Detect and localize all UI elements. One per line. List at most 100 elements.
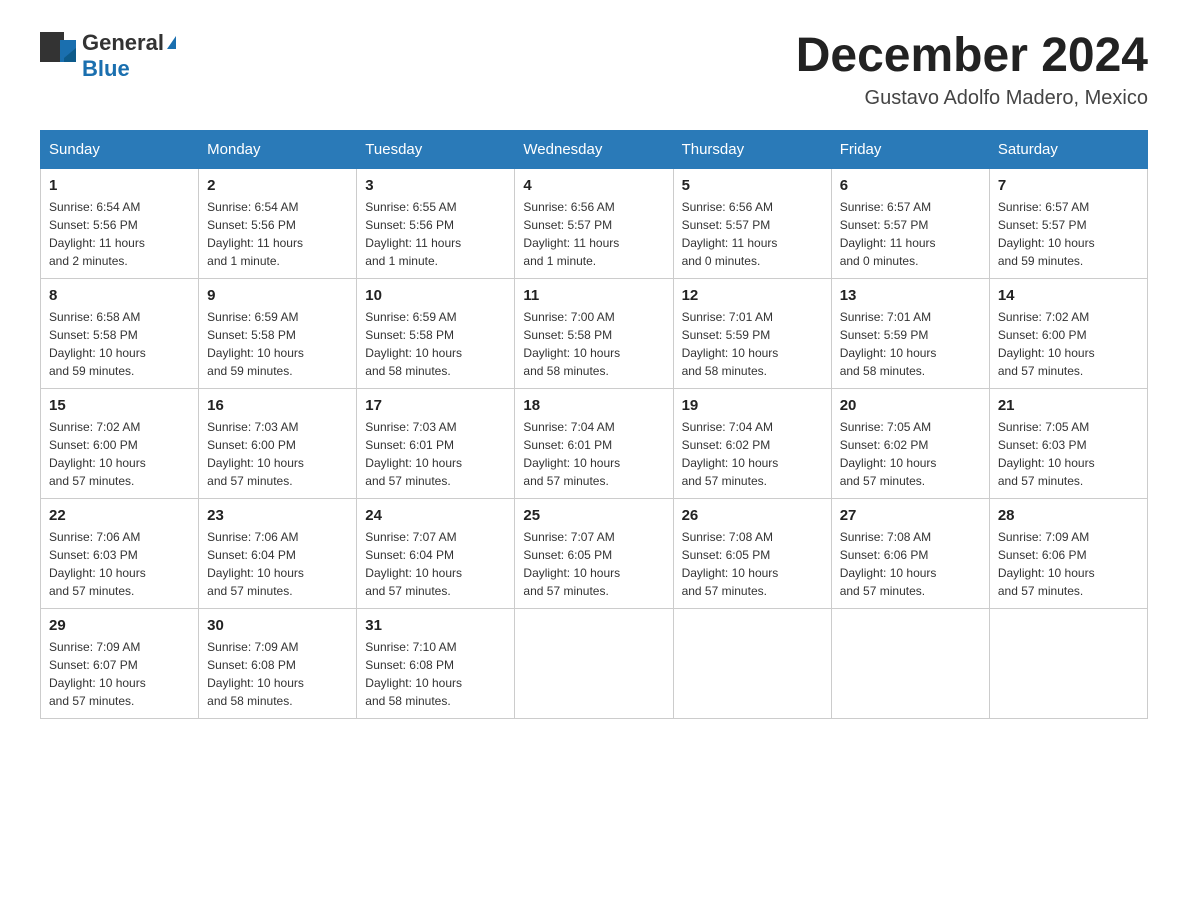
day-info: Sunrise: 7:01 AM Sunset: 5:59 PM Dayligh… <box>682 308 823 380</box>
day-number: 30 <box>207 617 348 634</box>
calendar-cell: 27 Sunrise: 7:08 AM Sunset: 6:06 PM Dayl… <box>831 498 989 608</box>
day-info: Sunrise: 7:05 AM Sunset: 6:02 PM Dayligh… <box>840 418 981 490</box>
day-info: Sunrise: 6:54 AM Sunset: 5:56 PM Dayligh… <box>49 198 190 270</box>
day-info: Sunrise: 7:03 AM Sunset: 6:01 PM Dayligh… <box>365 418 506 490</box>
calendar-cell: 8 Sunrise: 6:58 AM Sunset: 5:58 PM Dayli… <box>41 278 199 388</box>
calendar-cell: 4 Sunrise: 6:56 AM Sunset: 5:57 PM Dayli… <box>515 168 673 278</box>
day-info: Sunrise: 7:10 AM Sunset: 6:08 PM Dayligh… <box>365 638 506 710</box>
calendar-week-row: 8 Sunrise: 6:58 AM Sunset: 5:58 PM Dayli… <box>41 278 1148 388</box>
day-number: 27 <box>840 507 981 524</box>
day-number: 18 <box>523 397 664 414</box>
day-number: 11 <box>523 287 664 304</box>
calendar-cell: 2 Sunrise: 6:54 AM Sunset: 5:56 PM Dayli… <box>199 168 357 278</box>
col-header-saturday: Saturday <box>989 130 1147 168</box>
calendar-cell: 29 Sunrise: 7:09 AM Sunset: 6:07 PM Dayl… <box>41 608 199 718</box>
day-info: Sunrise: 7:07 AM Sunset: 6:04 PM Dayligh… <box>365 528 506 600</box>
logo-blue-text: Blue <box>82 56 130 81</box>
day-info: Sunrise: 6:57 AM Sunset: 5:57 PM Dayligh… <box>840 198 981 270</box>
day-number: 14 <box>998 287 1139 304</box>
day-number: 16 <box>207 397 348 414</box>
calendar-week-row: 29 Sunrise: 7:09 AM Sunset: 6:07 PM Dayl… <box>41 608 1148 718</box>
calendar-cell: 20 Sunrise: 7:05 AM Sunset: 6:02 PM Dayl… <box>831 388 989 498</box>
calendar-cell: 14 Sunrise: 7:02 AM Sunset: 6:00 PM Dayl… <box>989 278 1147 388</box>
calendar-cell: 19 Sunrise: 7:04 AM Sunset: 6:02 PM Dayl… <box>673 388 831 498</box>
calendar-cell: 5 Sunrise: 6:56 AM Sunset: 5:57 PM Dayli… <box>673 168 831 278</box>
day-info: Sunrise: 7:04 AM Sunset: 6:01 PM Dayligh… <box>523 418 664 490</box>
page-header: General Blue December 2024 Gustavo Adolf… <box>40 30 1148 110</box>
day-info: Sunrise: 7:09 AM Sunset: 6:06 PM Dayligh… <box>998 528 1139 600</box>
day-info: Sunrise: 6:59 AM Sunset: 5:58 PM Dayligh… <box>365 308 506 380</box>
calendar-cell <box>831 608 989 718</box>
day-number: 23 <box>207 507 348 524</box>
calendar-table: SundayMondayTuesdayWednesdayThursdayFrid… <box>40 130 1148 719</box>
col-header-monday: Monday <box>199 130 357 168</box>
calendar-cell <box>673 608 831 718</box>
day-number: 19 <box>682 397 823 414</box>
day-info: Sunrise: 6:58 AM Sunset: 5:58 PM Dayligh… <box>49 308 190 380</box>
day-info: Sunrise: 6:55 AM Sunset: 5:56 PM Dayligh… <box>365 198 506 270</box>
calendar-cell: 17 Sunrise: 7:03 AM Sunset: 6:01 PM Dayl… <box>357 388 515 498</box>
calendar-cell: 18 Sunrise: 7:04 AM Sunset: 6:01 PM Dayl… <box>515 388 673 498</box>
day-number: 13 <box>840 287 981 304</box>
month-title: December 2024 <box>796 30 1148 83</box>
day-number: 9 <box>207 287 348 304</box>
day-number: 28 <box>998 507 1139 524</box>
day-info: Sunrise: 7:02 AM Sunset: 6:00 PM Dayligh… <box>49 418 190 490</box>
calendar-cell: 1 Sunrise: 6:54 AM Sunset: 5:56 PM Dayli… <box>41 168 199 278</box>
calendar-cell: 10 Sunrise: 6:59 AM Sunset: 5:58 PM Dayl… <box>357 278 515 388</box>
day-info: Sunrise: 6:54 AM Sunset: 5:56 PM Dayligh… <box>207 198 348 270</box>
calendar-cell: 3 Sunrise: 6:55 AM Sunset: 5:56 PM Dayli… <box>357 168 515 278</box>
day-info: Sunrise: 7:07 AM Sunset: 6:05 PM Dayligh… <box>523 528 664 600</box>
day-info: Sunrise: 6:59 AM Sunset: 5:58 PM Dayligh… <box>207 308 348 380</box>
calendar-week-row: 22 Sunrise: 7:06 AM Sunset: 6:03 PM Dayl… <box>41 498 1148 608</box>
day-info: Sunrise: 7:02 AM Sunset: 6:00 PM Dayligh… <box>998 308 1139 380</box>
calendar-cell: 23 Sunrise: 7:06 AM Sunset: 6:04 PM Dayl… <box>199 498 357 608</box>
calendar-cell <box>515 608 673 718</box>
day-number: 3 <box>365 177 506 194</box>
calendar-cell: 30 Sunrise: 7:09 AM Sunset: 6:08 PM Dayl… <box>199 608 357 718</box>
calendar-cell: 28 Sunrise: 7:09 AM Sunset: 6:06 PM Dayl… <box>989 498 1147 608</box>
day-info: Sunrise: 7:09 AM Sunset: 6:08 PM Dayligh… <box>207 638 348 710</box>
day-number: 12 <box>682 287 823 304</box>
day-info: Sunrise: 6:56 AM Sunset: 5:57 PM Dayligh… <box>523 198 664 270</box>
day-info: Sunrise: 7:09 AM Sunset: 6:07 PM Dayligh… <box>49 638 190 710</box>
calendar-week-row: 15 Sunrise: 7:02 AM Sunset: 6:00 PM Dayl… <box>41 388 1148 498</box>
calendar-cell: 11 Sunrise: 7:00 AM Sunset: 5:58 PM Dayl… <box>515 278 673 388</box>
day-number: 22 <box>49 507 190 524</box>
col-header-tuesday: Tuesday <box>357 130 515 168</box>
col-header-sunday: Sunday <box>41 130 199 168</box>
day-number: 29 <box>49 617 190 634</box>
day-number: 21 <box>998 397 1139 414</box>
day-info: Sunrise: 7:00 AM Sunset: 5:58 PM Dayligh… <box>523 308 664 380</box>
col-header-wednesday: Wednesday <box>515 130 673 168</box>
calendar-header-row: SundayMondayTuesdayWednesdayThursdayFrid… <box>41 130 1148 168</box>
day-number: 10 <box>365 287 506 304</box>
calendar-cell: 26 Sunrise: 7:08 AM Sunset: 6:05 PM Dayl… <box>673 498 831 608</box>
location-title: Gustavo Adolfo Madero, Mexico <box>796 87 1148 110</box>
calendar-cell: 24 Sunrise: 7:07 AM Sunset: 6:04 PM Dayl… <box>357 498 515 608</box>
day-number: 20 <box>840 397 981 414</box>
logo-general-text: General <box>82 30 164 56</box>
calendar-cell: 13 Sunrise: 7:01 AM Sunset: 5:59 PM Dayl… <box>831 278 989 388</box>
day-info: Sunrise: 7:04 AM Sunset: 6:02 PM Dayligh… <box>682 418 823 490</box>
day-info: Sunrise: 7:06 AM Sunset: 6:04 PM Dayligh… <box>207 528 348 600</box>
day-info: Sunrise: 7:08 AM Sunset: 6:05 PM Dayligh… <box>682 528 823 600</box>
calendar-cell: 6 Sunrise: 6:57 AM Sunset: 5:57 PM Dayli… <box>831 168 989 278</box>
day-info: Sunrise: 7:01 AM Sunset: 5:59 PM Dayligh… <box>840 308 981 380</box>
calendar-cell: 16 Sunrise: 7:03 AM Sunset: 6:00 PM Dayl… <box>199 388 357 498</box>
day-number: 15 <box>49 397 190 414</box>
calendar-cell: 15 Sunrise: 7:02 AM Sunset: 6:00 PM Dayl… <box>41 388 199 498</box>
day-info: Sunrise: 7:08 AM Sunset: 6:06 PM Dayligh… <box>840 528 981 600</box>
day-info: Sunrise: 7:05 AM Sunset: 6:03 PM Dayligh… <box>998 418 1139 490</box>
day-number: 26 <box>682 507 823 524</box>
calendar-cell: 9 Sunrise: 6:59 AM Sunset: 5:58 PM Dayli… <box>199 278 357 388</box>
calendar-cell <box>989 608 1147 718</box>
day-number: 4 <box>523 177 664 194</box>
calendar-cell: 12 Sunrise: 7:01 AM Sunset: 5:59 PM Dayl… <box>673 278 831 388</box>
day-number: 17 <box>365 397 506 414</box>
day-number: 6 <box>840 177 981 194</box>
calendar-cell: 7 Sunrise: 6:57 AM Sunset: 5:57 PM Dayli… <box>989 168 1147 278</box>
day-number: 8 <box>49 287 190 304</box>
day-number: 24 <box>365 507 506 524</box>
calendar-cell: 21 Sunrise: 7:05 AM Sunset: 6:03 PM Dayl… <box>989 388 1147 498</box>
